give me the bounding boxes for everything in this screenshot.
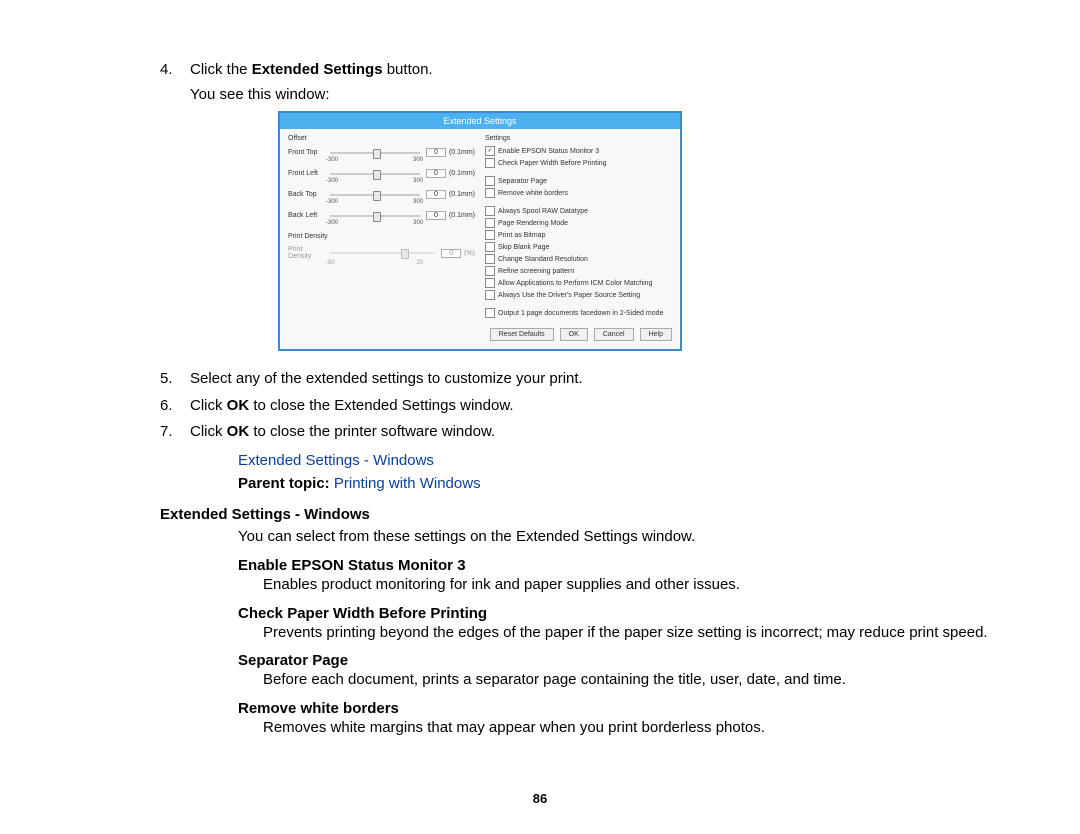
slider-back-top[interactable]: Back Top 0 (0.1mm)	[288, 190, 475, 199]
page-number: 86	[0, 791, 1080, 806]
cb-remove-white-borders[interactable]: Remove white borders	[485, 188, 672, 198]
cb-print-bitmap[interactable]: Print as Bitmap	[485, 230, 672, 240]
slider-print-density: Print Density 0 (%)	[288, 246, 475, 260]
def-term-0: Enable EPSON Status Monitor 3	[238, 557, 1002, 574]
slider-back-left[interactable]: Back Left 0 (0.1mm)	[288, 211, 475, 220]
cb-check-paper-width[interactable]: Check Paper Width Before Printing	[485, 158, 672, 168]
step-4: 4. Click the Extended Settings button.	[160, 60, 1002, 80]
def-body-2: Before each document, prints a separator…	[263, 670, 1002, 690]
step-5: 5. Select any of the extended settings t…	[160, 369, 1002, 389]
section-title: Extended Settings - Windows	[160, 506, 1002, 523]
step-4-sub: You see this window:	[190, 86, 1002, 103]
dialog-title: Extended Settings	[280, 113, 680, 129]
cb-enable-status-monitor[interactable]: ✓Enable EPSON Status Monitor 3	[485, 146, 672, 156]
help-button[interactable]: Help	[640, 328, 672, 341]
extended-settings-dialog: Extended Settings Offset Front Top 0 (0.…	[278, 111, 682, 351]
print-density-label: Print Density	[288, 233, 475, 240]
def-term-1: Check Paper Width Before Printing	[238, 605, 1002, 622]
cb-paper-source[interactable]: Always Use the Driver's Paper Source Set…	[485, 290, 672, 300]
ok-button[interactable]: OK	[560, 328, 588, 341]
cb-change-resolution[interactable]: Change Standard Resolution	[485, 254, 672, 264]
cb-icm-matching[interactable]: Allow Applications to Perform ICM Color …	[485, 278, 672, 288]
offset-label: Offset	[288, 135, 475, 142]
def-body-1: Prevents printing beyond the edges of th…	[263, 623, 1002, 643]
cb-facedown-2sided[interactable]: Output 1 page documents facedown in 2-Si…	[485, 308, 672, 318]
link-extended-settings[interactable]: Extended Settings - Windows	[238, 452, 434, 469]
cancel-button[interactable]: Cancel	[594, 328, 634, 341]
parent-topic: Parent topic: Printing with Windows	[238, 475, 1002, 492]
cb-page-rendering[interactable]: Page Rendering Mode	[485, 218, 672, 228]
reset-defaults-button[interactable]: Reset Defaults	[490, 328, 554, 341]
link-parent-topic[interactable]: Printing with Windows	[334, 475, 481, 492]
slider-front-top[interactable]: Front Top 0 (0.1mm)	[288, 148, 475, 157]
step-text: Click the Extended Settings button.	[190, 60, 1002, 80]
def-term-2: Separator Page	[238, 652, 1002, 669]
def-term-3: Remove white borders	[238, 700, 1002, 717]
def-body-3: Removes white margins that may appear wh…	[263, 718, 1002, 738]
cb-spool-raw[interactable]: Always Spool RAW Datatype	[485, 206, 672, 216]
step-7: 7. Click OK to close the printer softwar…	[160, 422, 1002, 442]
step-number: 4.	[160, 60, 190, 80]
cb-refine-screening[interactable]: Refine screening pattern	[485, 266, 672, 276]
slider-front-left[interactable]: Front Left 0 (0.1mm)	[288, 169, 475, 178]
def-body-0: Enables product monitoring for ink and p…	[263, 575, 1002, 595]
cb-skip-blank[interactable]: Skip Blank Page	[485, 242, 672, 252]
cb-separator-page[interactable]: Separator Page	[485, 176, 672, 186]
settings-label: Settings	[485, 135, 672, 142]
section-intro: You can select from these settings on th…	[238, 527, 1002, 547]
step-6: 6. Click OK to close the Extended Settin…	[160, 396, 1002, 416]
